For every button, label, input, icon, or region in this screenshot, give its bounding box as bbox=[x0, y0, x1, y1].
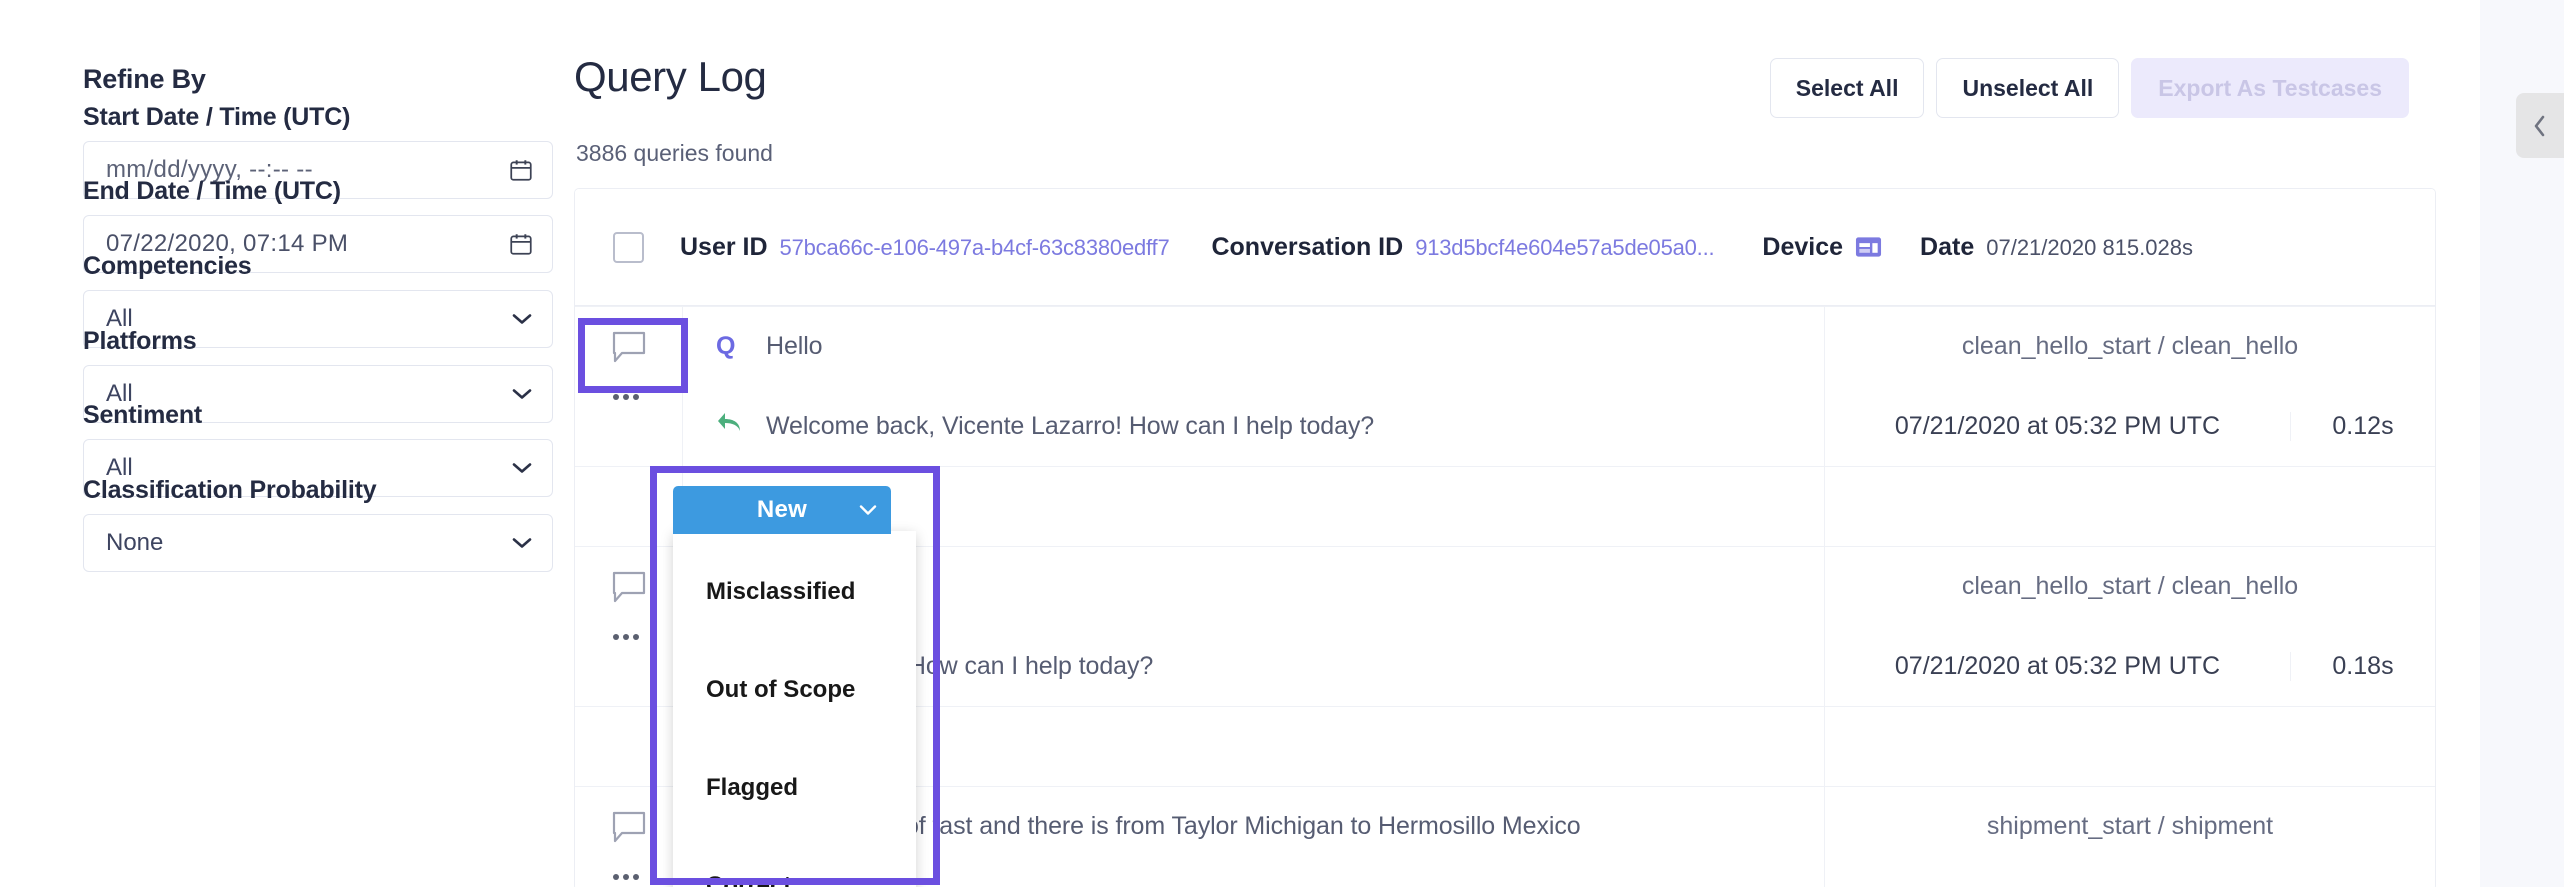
row-bubble-cell[interactable] bbox=[575, 307, 682, 386]
filter-classification-probability: Classification Probability None bbox=[83, 476, 553, 572]
row-empty-meta-cell bbox=[1825, 707, 2435, 786]
table-row[interactable]: Q Hello clean_hello_start / clean_hello bbox=[575, 306, 2435, 386]
row-options-icon[interactable] bbox=[613, 390, 644, 404]
page-title: Query Log bbox=[574, 53, 767, 100]
intent-text: shipment_start / shipment bbox=[1986, 812, 2274, 840]
chevron-down-icon[interactable] bbox=[512, 388, 532, 401]
comment-bubble-icon[interactable] bbox=[611, 570, 647, 604]
column-user-id: User ID 57bca66c-e106-497a-b4cf-63c8380e… bbox=[680, 232, 1170, 262]
row-meta-cell: 07/21/2020 at 05:32 PM UTC 0.12s bbox=[1825, 386, 2435, 466]
row-options-icon[interactable] bbox=[613, 870, 644, 884]
row-icon-cell bbox=[575, 707, 682, 786]
filter-label-competencies: Competencies bbox=[83, 252, 252, 280]
chevron-down-icon[interactable] bbox=[512, 537, 532, 550]
row-query-cell: Q Hello bbox=[682, 307, 1825, 386]
refine-by-sidebar: Refine By Start Date / Time (UTC) mm/dd/… bbox=[0, 0, 566, 887]
classification-probability-value: None bbox=[106, 529, 164, 556]
intent-text: clean_hello_start / clean_hello bbox=[1961, 572, 2299, 600]
user-id-value: 57bca66c-e106-497a-b4cf-63c8380edff7 bbox=[779, 234, 1170, 260]
header-actions: Select All Unselect All Export As Testca… bbox=[1769, 58, 2409, 118]
dropdown-trigger-new[interactable]: New bbox=[673, 486, 891, 534]
conversation-id-value: 913d5bcf4e604e57a5de05a0... bbox=[1415, 234, 1715, 260]
row-intent-cell: shipment_start / shipment bbox=[1825, 787, 2435, 866]
intent-text: clean_hello_start / clean_hello bbox=[1961, 332, 2299, 360]
unselect-all-button[interactable]: Unselect All bbox=[1936, 58, 2120, 118]
row-bubble-cell[interactable] bbox=[575, 547, 682, 626]
sidebar-title: Refine By bbox=[83, 64, 206, 94]
chevron-down-icon[interactable] bbox=[859, 505, 877, 516]
answer-mark bbox=[716, 410, 766, 443]
answer-duration: 0.18s bbox=[2290, 651, 2435, 681]
filter-label-end-date: End Date / Time (UTC) bbox=[83, 177, 341, 205]
row-bubble-cell[interactable] bbox=[575, 787, 682, 866]
row-meta-cell: 07/21/2020 at 05:32 PM UTC 0.18s bbox=[1825, 626, 2435, 706]
chevron-down-icon[interactable] bbox=[512, 313, 532, 326]
date-value: 07/21/2020 815.028s bbox=[1986, 234, 2193, 260]
row-answer-cell: Welcome back, Vicente Lazarro! How can I… bbox=[682, 386, 1825, 466]
table-row[interactable]: Welcome back, Vicente Lazarro! How can I… bbox=[575, 386, 2435, 466]
filter-label-start-date: Start Date / Time (UTC) bbox=[83, 103, 351, 131]
dropdown-item-correct[interactable]: Correct bbox=[673, 861, 916, 887]
row-empty-meta-cell bbox=[1825, 467, 2435, 546]
conversation-id-label: Conversation ID bbox=[1211, 232, 1404, 261]
queries-found-count: 3886 queries found bbox=[576, 140, 773, 166]
classification-probability-select[interactable]: None bbox=[83, 514, 553, 572]
answer-text: Welcome back, Vicente Lazarro! How can I… bbox=[766, 411, 1375, 440]
device-window-icon bbox=[1856, 237, 1882, 257]
user-id-label: User ID bbox=[680, 232, 768, 261]
answer-date: 07/21/2020 at 05:32 PM UTC bbox=[1894, 411, 2221, 440]
date-label: Date bbox=[1920, 232, 1975, 261]
answer-date: 07/21/2020 at 05:32 PM UTC bbox=[1894, 651, 2221, 680]
comment-bubble-icon[interactable] bbox=[611, 330, 647, 364]
query-log-page: Refine By Start Date / Time (UTC) mm/dd/… bbox=[0, 0, 2564, 887]
filter-label-sentiment: Sentiment bbox=[83, 401, 203, 429]
dropdown-menu: Misclassified Out of Scope Flagged Corre… bbox=[673, 531, 916, 887]
table-header-row: User ID 57bca66c-e106-497a-b4cf-63c8380e… bbox=[575, 189, 2435, 306]
row-intent-cell: clean_hello_start / clean_hello bbox=[1825, 307, 2435, 386]
row-options-icon[interactable] bbox=[613, 630, 644, 644]
row-icon-cell bbox=[575, 467, 682, 546]
reply-arrow-icon bbox=[718, 412, 740, 431]
answer-duration: 0.12s bbox=[2290, 411, 2435, 441]
export-as-testcases-button[interactable]: Export As Testcases bbox=[2131, 58, 2409, 118]
query-mark: Q bbox=[716, 332, 736, 360]
collapse-panel-button[interactable] bbox=[2516, 93, 2564, 158]
dropdown-item-misclassified[interactable]: Misclassified bbox=[673, 567, 916, 616]
filter-label-classification-probability: Classification Probability bbox=[83, 476, 377, 504]
select-all-checkbox[interactable] bbox=[613, 231, 644, 263]
dropdown-item-flagged[interactable]: Flagged bbox=[673, 763, 916, 812]
filter-label-platforms: Platforms bbox=[83, 327, 197, 355]
column-conversation-id: Conversation ID 913d5bcf4e604e57a5de05a0… bbox=[1211, 233, 1714, 262]
chevron-left-icon[interactable] bbox=[2530, 111, 2550, 141]
query-text: Hello bbox=[766, 332, 823, 360]
row-empty-meta-cell bbox=[1825, 866, 2435, 887]
dropdown-item-out-of-scope[interactable]: Out of Scope bbox=[673, 665, 916, 714]
dropdown-trigger-label: New bbox=[756, 496, 808, 523]
row-intent-cell: clean_hello_start / clean_hello bbox=[1825, 547, 2435, 626]
device-label: Device bbox=[1762, 232, 1844, 261]
column-device: Device bbox=[1762, 233, 1882, 262]
column-date: Date 07/21/2020 815.028s bbox=[1920, 233, 2193, 262]
select-all-button[interactable]: Select All bbox=[1769, 58, 1925, 118]
chevron-down-icon[interactable] bbox=[512, 462, 532, 475]
comment-bubble-icon[interactable] bbox=[611, 810, 647, 844]
